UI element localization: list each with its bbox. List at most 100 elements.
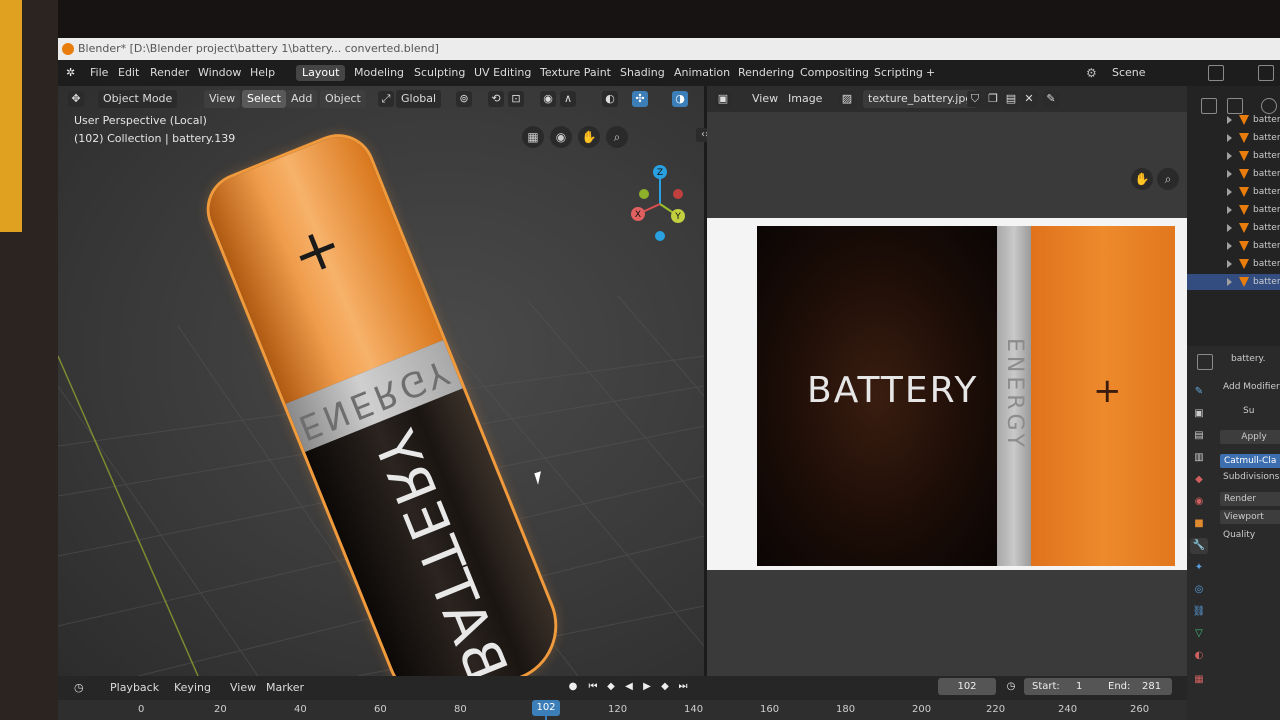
outliner-row[interactable]: batter: [1187, 148, 1280, 164]
outliner-row-selected[interactable]: batter: [1187, 274, 1280, 290]
outliner-row[interactable]: batter: [1187, 184, 1280, 200]
play-reverse-icon[interactable]: ◀: [622, 680, 636, 694]
jump-next-keyframe-icon[interactable]: ◆: [658, 680, 672, 694]
jump-end-icon[interactable]: ⏭: [676, 680, 690, 694]
world-tab-icon[interactable]: ◉: [1190, 494, 1208, 510]
tab-animation[interactable]: Animation: [674, 65, 730, 81]
transform-orientation-icon[interactable]: ⤢: [378, 91, 394, 107]
tab-sculpting[interactable]: Sculpting: [414, 65, 465, 81]
menu-render[interactable]: Render: [150, 65, 189, 81]
unlink-image-close-icon[interactable]: ✕: [1021, 91, 1037, 107]
image-menu-view[interactable]: View: [747, 90, 783, 108]
frame-end-field[interactable]: End: 281: [1100, 678, 1172, 695]
gizmo-toggle-icon[interactable]: ✣: [632, 91, 648, 107]
overlay-toggle-icon[interactable]: ◑: [672, 91, 688, 107]
gizmo-neg-z[interactable]: [655, 231, 665, 241]
timeline-ruler[interactable]: 0 20 40 60 80 102 120 140 160 180 200 22…: [58, 700, 1187, 720]
tab-rendering[interactable]: Rendering: [738, 65, 794, 81]
zoom-icon[interactable]: ⌕: [606, 126, 628, 148]
camera-view-icon[interactable]: ◉: [550, 126, 572, 148]
modifier-name[interactable]: Su: [1243, 406, 1254, 416]
falloff-icon[interactable]: ∧: [560, 91, 576, 107]
image-editor[interactable]: ▣ View Image ▨ texture_battery.jpg ⛉ ❐ ▤…: [707, 86, 1187, 676]
material-tab-icon[interactable]: ◐: [1190, 648, 1208, 664]
menu-file[interactable]: File: [90, 65, 108, 81]
timeline-menu-playback[interactable]: Playback: [110, 680, 159, 696]
viewport-levels-field[interactable]: Viewport: [1220, 510, 1280, 524]
record-keyframe-icon[interactable]: ●: [566, 680, 580, 694]
pin-icon[interactable]: ✎: [1043, 91, 1059, 107]
mode-selector[interactable]: Object Mode: [98, 90, 178, 108]
modifier-tab-wrench-icon[interactable]: 🔧: [1190, 538, 1208, 554]
snap-target-icon[interactable]: ⊡: [508, 91, 524, 107]
scene-name[interactable]: Scene: [1112, 65, 1146, 81]
frame-start-field[interactable]: Start: 1: [1024, 678, 1106, 695]
jump-start-icon[interactable]: ⏮: [586, 680, 600, 694]
menu-add[interactable]: Add: [286, 90, 318, 108]
gizmo-neg-y[interactable]: [639, 189, 649, 199]
preview-range-clock-icon[interactable]: ◷: [1004, 680, 1018, 694]
tab-shading[interactable]: Shading: [620, 65, 665, 81]
object-tab-icon[interactable]: ■: [1190, 516, 1208, 532]
tab-modeling[interactable]: Modeling: [354, 65, 404, 81]
image-browse-icon[interactable]: ▨: [839, 91, 855, 107]
proportional-edit-icon[interactable]: ◉: [540, 91, 556, 107]
scene-tab-icon[interactable]: ◆: [1190, 472, 1208, 488]
menu-select[interactable]: Select: [242, 90, 286, 108]
pan-hand-icon[interactable]: ✋: [578, 126, 600, 148]
add-modifier-label[interactable]: Add Modifier: [1223, 382, 1280, 392]
catmull-clark-button[interactable]: Catmull-Cla: [1220, 454, 1280, 468]
menu-object[interactable]: Object: [320, 90, 366, 108]
menu-window[interactable]: Window: [198, 65, 241, 81]
scene-selector-icon[interactable]: ⚙: [1086, 65, 1104, 81]
timeline-menu-marker[interactable]: Marker: [266, 680, 304, 696]
tab-compositing[interactable]: Compositing: [800, 65, 869, 81]
outliner-row[interactable]: batter: [1187, 202, 1280, 218]
play-icon[interactable]: ▶: [640, 680, 654, 694]
render-levels-field[interactable]: Render: [1220, 492, 1280, 506]
jump-prev-keyframe-icon[interactable]: ◆: [604, 680, 618, 694]
tab-layout[interactable]: Layout: [296, 65, 346, 81]
outliner-row[interactable]: batter: [1187, 112, 1280, 128]
pivot-point-icon[interactable]: ⊚: [456, 91, 472, 107]
physics-tab-icon[interactable]: ◎: [1190, 582, 1208, 598]
tab-scripting[interactable]: Scripting: [874, 65, 923, 81]
timeline[interactable]: ◷ Playback Keying View Marker ● ⏮ ◆ ◀ ▶ …: [58, 676, 1187, 720]
camera-grid-icon[interactable]: ▦: [522, 126, 544, 148]
gizmo-neg-x[interactable]: [673, 189, 683, 199]
image-zoom-icon[interactable]: ⌕: [1157, 168, 1179, 190]
tool-tab-icon[interactable]: ✎: [1190, 384, 1208, 400]
image-pan-hand-icon[interactable]: ✋: [1131, 168, 1153, 190]
current-frame-indicator[interactable]: 102: [532, 700, 560, 716]
tab-uv-editing[interactable]: UV Editing: [474, 65, 531, 81]
outliner-row[interactable]: batter: [1187, 220, 1280, 236]
apply-button[interactable]: Apply: [1220, 430, 1280, 444]
menu-view[interactable]: View: [204, 90, 241, 108]
current-frame-field[interactable]: 102: [938, 678, 996, 695]
timeline-editor-type-icon[interactable]: ◷: [74, 680, 84, 696]
timeline-menu-view[interactable]: View: [230, 680, 256, 696]
image-editor-type-icon[interactable]: ▣: [715, 91, 731, 107]
fake-user-shield-icon[interactable]: ⛉: [967, 91, 983, 107]
new-scene-icon[interactable]: [1208, 65, 1224, 81]
navigation-gizmo[interactable]: Z Y X: [622, 162, 694, 242]
editor-type-icon[interactable]: ✥: [68, 91, 84, 107]
snap-icon[interactable]: ⟲: [488, 91, 504, 107]
menu-help[interactable]: Help: [250, 65, 275, 81]
outliner-row[interactable]: batter: [1187, 238, 1280, 254]
orientation-selector[interactable]: Global: [396, 90, 442, 108]
image-canvas[interactable]: BATTERY ENERGY +: [707, 218, 1187, 570]
blender-menu-icon[interactable]: ✲: [66, 65, 75, 81]
view-layer-icon[interactable]: [1258, 65, 1274, 81]
image-name-field[interactable]: texture_battery.jpg: [863, 90, 978, 108]
outliner-row[interactable]: batter: [1187, 166, 1280, 182]
particles-tab-icon[interactable]: ✦: [1190, 560, 1208, 576]
output-tab-icon[interactable]: ▤: [1190, 428, 1208, 444]
duplicate-image-icon[interactable]: ❐: [985, 91, 1001, 107]
texture-tab-icon[interactable]: ▦: [1190, 672, 1208, 688]
timeline-menu-keying[interactable]: Keying: [174, 680, 211, 696]
data-tab-icon[interactable]: ▽: [1190, 626, 1208, 642]
view-layer-tab-icon[interactable]: ▥: [1190, 450, 1208, 466]
tab-texture-paint[interactable]: Texture Paint: [540, 65, 611, 81]
open-image-folder-icon[interactable]: ▤: [1003, 91, 1019, 107]
